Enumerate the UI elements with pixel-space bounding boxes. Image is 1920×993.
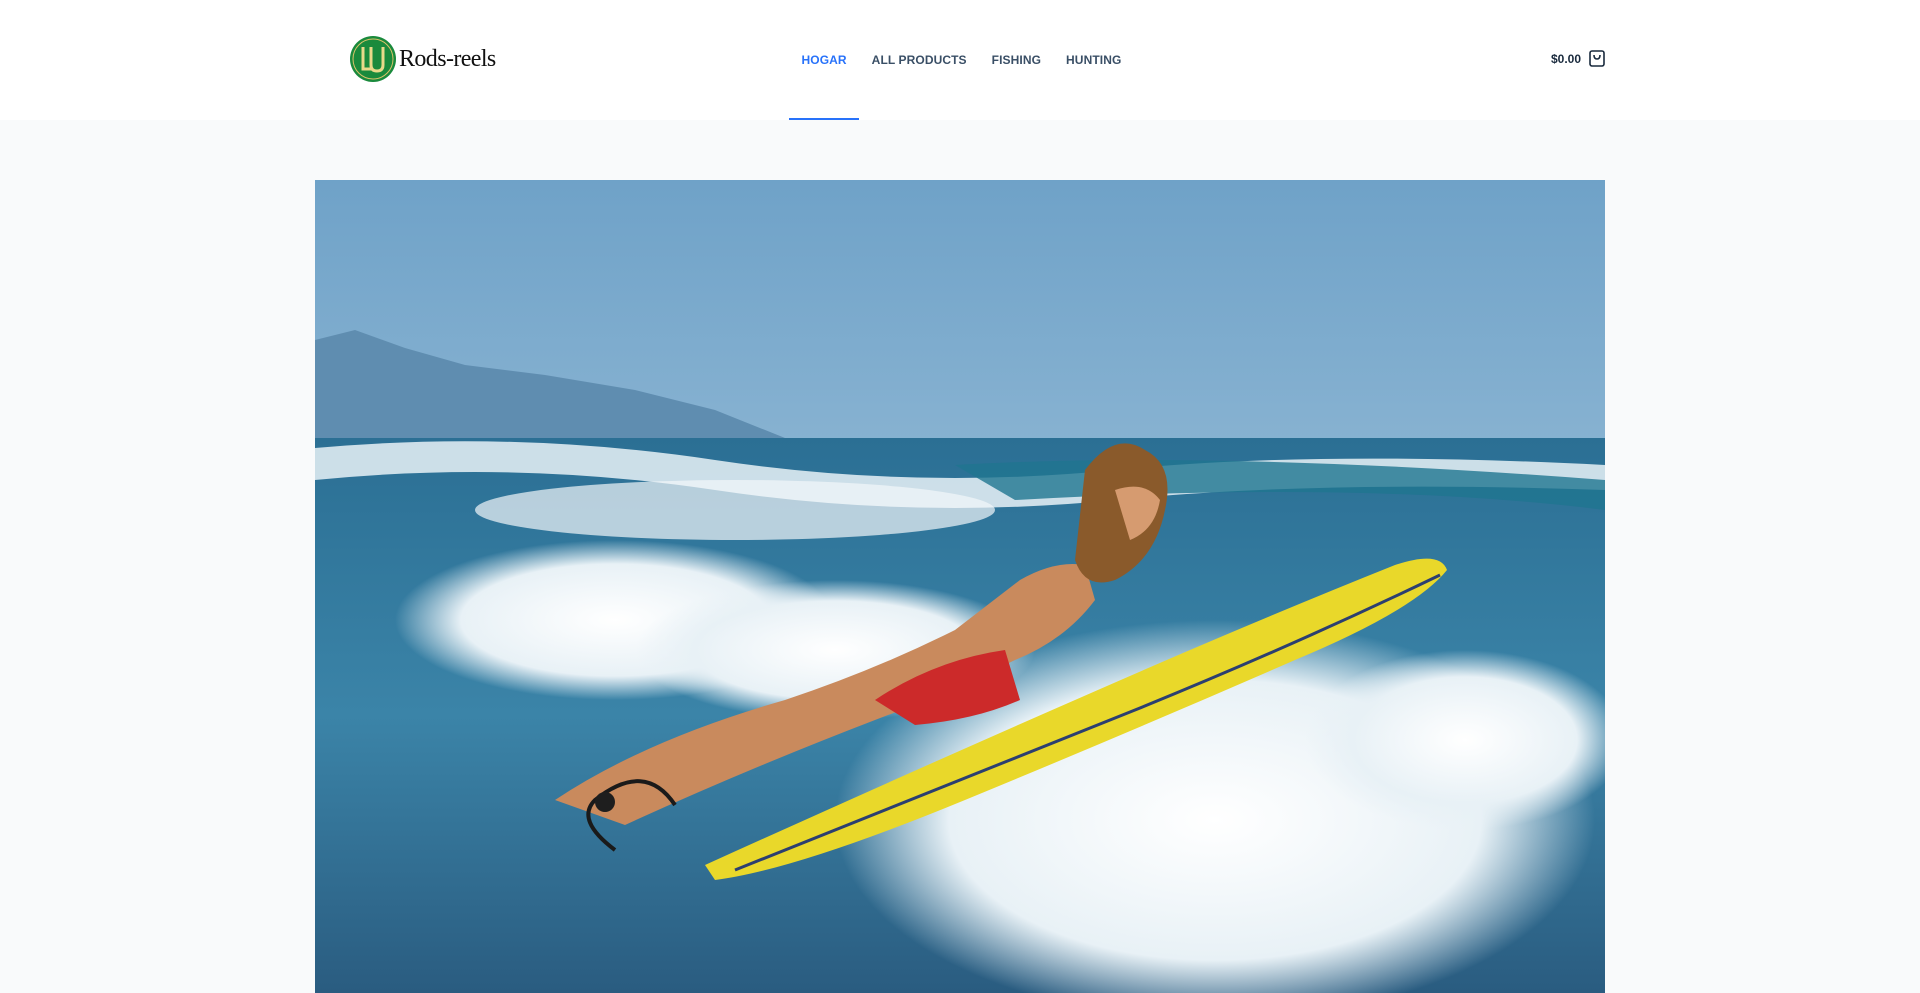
site-logo[interactable]: Rods-reels bbox=[349, 35, 496, 83]
nav-item-label: FISHING bbox=[991, 53, 1042, 67]
active-indicator bbox=[789, 118, 860, 120]
nav-item-label: ALL PRODUCTS bbox=[871, 53, 967, 67]
site-header: Rods-reels HOGAR ALL PRODUCTS FISHING HU… bbox=[0, 0, 1920, 120]
logo-text: Rods-reels bbox=[399, 45, 496, 72]
shopping-bag-icon bbox=[1589, 50, 1605, 67]
nav-item-label: HUNTING bbox=[1066, 53, 1122, 67]
nav-item-label: HOGAR bbox=[801, 53, 847, 67]
main-navigation: HOGAR ALL PRODUCTS FISHING HUNTING bbox=[789, 0, 1134, 120]
nav-item-all-products[interactable]: ALL PRODUCTS bbox=[859, 0, 979, 120]
hero-image bbox=[315, 180, 1605, 993]
hero-surfer-illustration bbox=[315, 180, 1605, 993]
cart-total: $0.00 bbox=[1551, 51, 1582, 66]
nav-item-hunting[interactable]: HUNTING bbox=[1054, 0, 1134, 120]
nav-item-hogar[interactable]: HOGAR bbox=[789, 0, 860, 120]
nav-item-fishing[interactable]: FISHING bbox=[979, 0, 1053, 120]
logo-monogram-icon bbox=[350, 36, 396, 82]
cart-button[interactable]: $0.00 bbox=[1551, 50, 1605, 67]
